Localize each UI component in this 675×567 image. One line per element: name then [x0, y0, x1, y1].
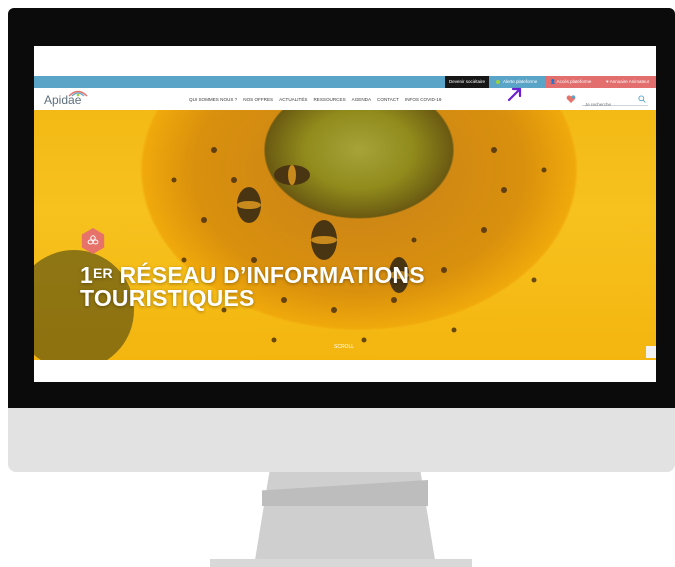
hero-title: 1ER RÉSEAU D’INFORMATIONS TOURISTIQUES: [80, 262, 425, 310]
nav-item-contact[interactable]: CONTACT: [377, 97, 399, 102]
hero-banner: 1ER RÉSEAU D’INFORMATIONS TOURISTIQUES S…: [34, 110, 656, 360]
main-navbar: Apidae QUI SOMMES NOUS ? NOS OFFRES ACTU…: [34, 88, 656, 111]
hero-title-sup: ER: [93, 265, 113, 281]
heart-icon[interactable]: [566, 95, 576, 103]
nav-item-resources[interactable]: RESSOURCES: [313, 97, 345, 102]
search-box: [582, 93, 648, 111]
monitor-chin: [8, 408, 675, 472]
bee-icon: [87, 235, 99, 245]
user-icon: 👤: [550, 79, 556, 84]
browser-screen: Devenir sociétaire Alerte plateforme 👤 A…: [34, 46, 656, 382]
nav-item-news[interactable]: ACTUALITÉS: [279, 97, 307, 102]
nav-item-agenda[interactable]: AGENDA: [352, 97, 371, 102]
status-dot-icon: [496, 79, 500, 84]
recaptcha-badge[interactable]: [646, 346, 656, 358]
become-member-button[interactable]: Devenir sociétaire: [445, 76, 489, 88]
main-menu: QUI SOMMES NOUS ? NOS OFFRES ACTUALITÉS …: [189, 88, 441, 110]
nav-item-covid[interactable]: INFOS COVID-19: [405, 97, 442, 102]
annuaire-label: Annuaire Animateur: [609, 79, 650, 84]
annuaire-link[interactable]: ♥ Annuaire Animateur: [602, 76, 656, 88]
handshake-icon: ♥: [606, 79, 609, 84]
logo-arc-icon: [68, 90, 88, 97]
platform-alert-label: Alerte plateforme: [503, 79, 538, 84]
top-bar: Devenir sociétaire Alerte plateforme 👤 A…: [34, 76, 656, 88]
platform-access-label: Accès plateforme: [556, 79, 592, 84]
nav-item-offers[interactable]: NOS OFFRES: [243, 97, 273, 102]
search-icon[interactable]: [638, 95, 646, 103]
search-input[interactable]: [582, 98, 637, 111]
hero-title-line2: TOURISTIQUES: [80, 285, 255, 311]
nav-item-about[interactable]: QUI SOMMES NOUS ?: [189, 97, 237, 102]
monitor-base: [210, 559, 472, 567]
platform-access-link[interactable]: 👤 Accès plateforme: [546, 76, 602, 88]
scroll-link[interactable]: SCROLL: [334, 344, 354, 350]
arrow-pointer-icon: [507, 87, 522, 102]
